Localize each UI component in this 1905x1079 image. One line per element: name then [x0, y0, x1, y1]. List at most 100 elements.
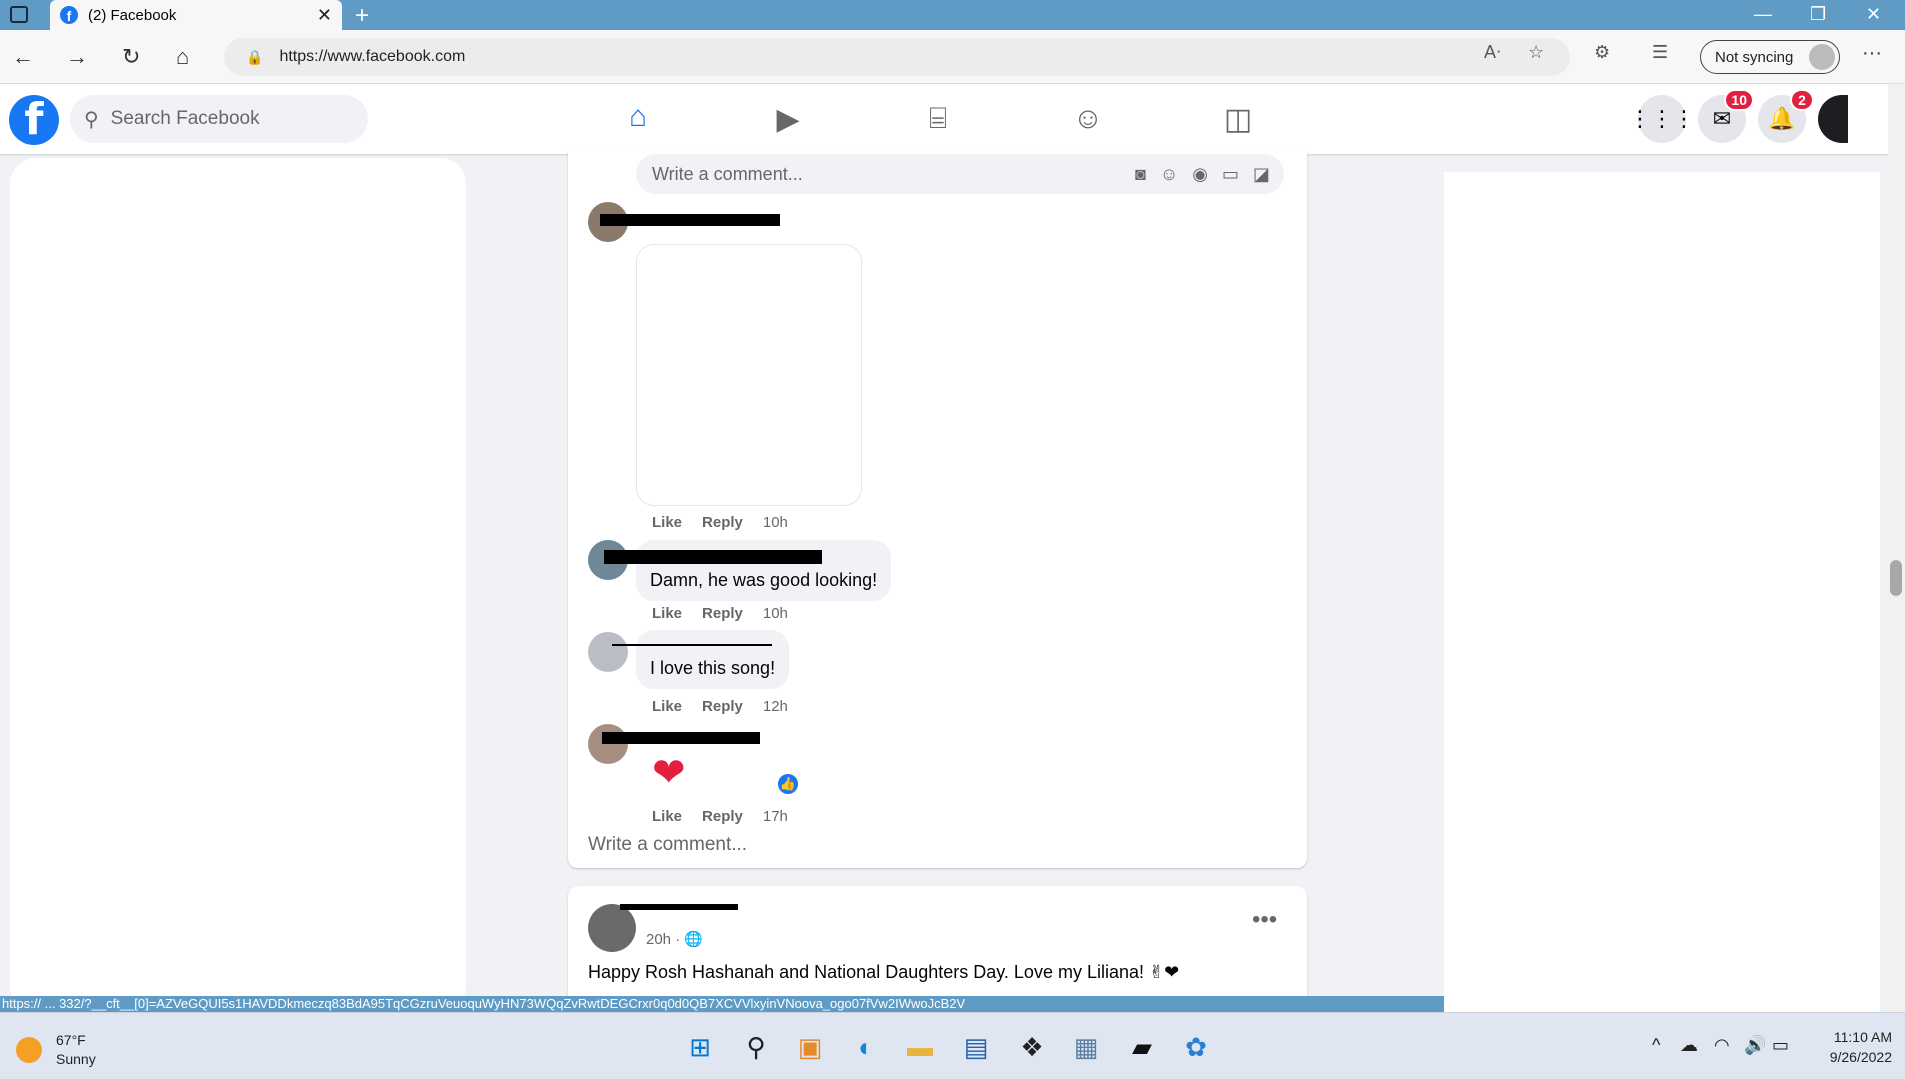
- like-link[interactable]: Like: [652, 514, 682, 531]
- comment-text: I love this song!: [650, 658, 776, 678]
- close-window-icon[interactable]: ✕: [1866, 4, 1881, 25]
- reply-link[interactable]: Reply: [702, 698, 743, 715]
- paint-app-icon[interactable]: ✿: [1180, 1031, 1212, 1063]
- commenter-avatar[interactable]: [588, 632, 628, 672]
- edge-browser-icon[interactable]: ◐: [850, 1031, 882, 1063]
- tab-groups[interactable]: ☺: [1021, 84, 1155, 154]
- dropbox-icon[interactable]: ❖: [1016, 1031, 1048, 1063]
- notifications-button[interactable]: 🔔 2: [1758, 89, 1814, 143]
- show-hidden-icons-icon[interactable]: ^: [1652, 1035, 1660, 1056]
- audio-app-icon[interactable]: ▰: [1126, 1031, 1158, 1063]
- comment-bubble: I love this song!: [636, 630, 790, 689]
- like-reaction-icon[interactable]: 👍: [776, 772, 800, 796]
- battery-icon[interactable]: ▭: [1772, 1035, 1789, 1056]
- redacted-name: [600, 214, 780, 226]
- commenter-avatar: [588, 154, 628, 194]
- tab-home[interactable]: ⌂: [571, 84, 705, 154]
- profile-avatar-icon: [1809, 44, 1835, 70]
- gif-icon[interactable]: ▭: [1222, 164, 1239, 185]
- like-link[interactable]: Like: [652, 605, 682, 622]
- video-icon: ▶: [776, 102, 800, 136]
- favorites-icon[interactable]: ☰: [1652, 42, 1668, 63]
- comment-actions: Like Reply 17h: [652, 808, 788, 825]
- emoji-icon[interactable]: ☺: [1160, 164, 1178, 185]
- comment-time[interactable]: 12h: [763, 698, 788, 715]
- sticker-icon[interactable]: ◪: [1253, 164, 1270, 185]
- facebook-logo-icon[interactable]: f: [9, 95, 59, 145]
- write-comment-link[interactable]: Write a comment...: [588, 834, 747, 856]
- back-icon[interactable]: ←: [12, 44, 34, 70]
- address-bar[interactable]: 🔒 https://www.facebook.com: [224, 38, 1570, 76]
- redacted-name: [620, 904, 738, 910]
- reply-link[interactable]: Reply: [702, 605, 743, 622]
- tab-marketplace[interactable]: ⌸: [871, 84, 1005, 154]
- avatar-sticker-icon[interactable]: ◙: [1135, 164, 1146, 185]
- like-link[interactable]: Like: [652, 808, 682, 825]
- comment-time[interactable]: 17h: [763, 808, 788, 825]
- like-link[interactable]: Like: [652, 698, 682, 715]
- sun-icon: [16, 1037, 42, 1063]
- restore-icon[interactable]: ❐: [1810, 4, 1826, 25]
- new-tab-button[interactable]: +: [355, 2, 369, 30]
- comment-image[interactable]: [636, 244, 862, 506]
- forward-icon[interactable]: →: [66, 44, 88, 70]
- facebook-header: f ⚲ Search Facebook ⌂ ▶ ⌸ ☺ ◫ ⋮⋮⋮ ✉ 10 🔔…: [0, 84, 1888, 154]
- document-app-icon[interactable]: ▦: [1070, 1031, 1102, 1063]
- comment-time[interactable]: 10h: [763, 605, 788, 622]
- grid-icon: ⋮⋮⋮: [1629, 106, 1695, 131]
- store-icon[interactable]: ▤: [960, 1031, 992, 1063]
- post-text: Happy Rosh Hashanah and National Daughte…: [588, 962, 1180, 982]
- notifications-badge: 2: [1790, 89, 1814, 111]
- volume-icon[interactable]: 🔊: [1744, 1035, 1766, 1056]
- comment-actions: Like Reply 10h: [652, 605, 788, 622]
- tab-gaming[interactable]: ◫: [1171, 84, 1305, 154]
- post-options-icon[interactable]: •••: [1252, 906, 1277, 934]
- profile-sync-button[interactable]: Not syncing: [1700, 40, 1840, 74]
- facebook-favicon-icon: f: [60, 6, 78, 24]
- weather-widget[interactable]: 67°F Sunny: [16, 1031, 96, 1069]
- account-avatar[interactable]: [1818, 95, 1848, 143]
- commenter-avatar[interactable]: [588, 724, 628, 764]
- sidebar-toggle-icon[interactable]: [10, 6, 28, 23]
- start-icon[interactable]: ⊞: [684, 1031, 716, 1063]
- menu-button[interactable]: ⋮⋮⋮: [1629, 95, 1695, 143]
- messenger-button[interactable]: ✉ 10: [1698, 89, 1754, 143]
- more-options-icon[interactable]: ···: [1862, 42, 1882, 65]
- camera-icon[interactable]: ◉: [1192, 164, 1208, 185]
- browser-tab-facebook[interactable]: f (2) Facebook ✕: [50, 0, 342, 30]
- video-editor-icon[interactable]: ▣: [794, 1031, 826, 1063]
- extensions-icon[interactable]: ⚙: [1594, 42, 1610, 63]
- system-clock[interactable]: 11:10 AM 9/26/2022: [1812, 1027, 1892, 1067]
- read-aloud-icon[interactable]: Aᐧ: [1484, 42, 1501, 63]
- reply-link[interactable]: Reply: [702, 514, 743, 531]
- post-time[interactable]: 20h: [646, 931, 671, 948]
- weather-temp: 67°F: [56, 1032, 86, 1048]
- minimize-icon[interactable]: —: [1754, 4, 1772, 25]
- tab-watch[interactable]: ▶: [721, 84, 855, 154]
- redacted-name: [602, 732, 760, 744]
- comment-time[interactable]: 10h: [763, 514, 788, 531]
- page-scrollbar[interactable]: [1888, 84, 1905, 1012]
- add-favorite-icon[interactable]: ☆: [1528, 42, 1544, 63]
- file-explorer-icon[interactable]: ▬: [904, 1031, 936, 1063]
- status-link-bar: https:// ... 332/?__cft__[0]=AZVeGQUI5s1…: [0, 996, 1444, 1012]
- onedrive-icon[interactable]: ☁: [1680, 1035, 1698, 1056]
- refresh-icon[interactable]: ↻: [122, 44, 140, 70]
- search-icon[interactable]: ⚲: [740, 1031, 772, 1063]
- search-input[interactable]: ⚲ Search Facebook: [70, 95, 368, 143]
- poster-avatar[interactable]: [588, 904, 636, 952]
- weather-condition: Sunny: [56, 1051, 96, 1067]
- comment-text: Damn, he was good looking!: [650, 570, 878, 590]
- tab-close-icon[interactable]: ✕: [317, 5, 332, 26]
- scrollbar-thumb[interactable]: [1890, 560, 1902, 596]
- comment-placeholder: Write a comment...: [652, 163, 803, 184]
- reply-link[interactable]: Reply: [702, 808, 743, 825]
- lock-icon[interactable]: 🔒: [246, 49, 263, 66]
- comment-input[interactable]: Write a comment... ◙ ☺ ◉ ▭ ◪: [636, 154, 1284, 194]
- home-icon[interactable]: ⌂: [176, 44, 189, 70]
- wifi-icon[interactable]: ◠: [1714, 1035, 1730, 1056]
- comment-actions: Like Reply 10h: [652, 514, 788, 531]
- windows-taskbar: 67°F Sunny ⊞ ⚲ ▣ ◐ ▬ ▤ ❖ ▦ ▰ ✿ ^ ☁ ◠ 🔊 ▭…: [0, 1012, 1905, 1079]
- redacted-name: [604, 550, 822, 564]
- redacted-name: [612, 644, 772, 646]
